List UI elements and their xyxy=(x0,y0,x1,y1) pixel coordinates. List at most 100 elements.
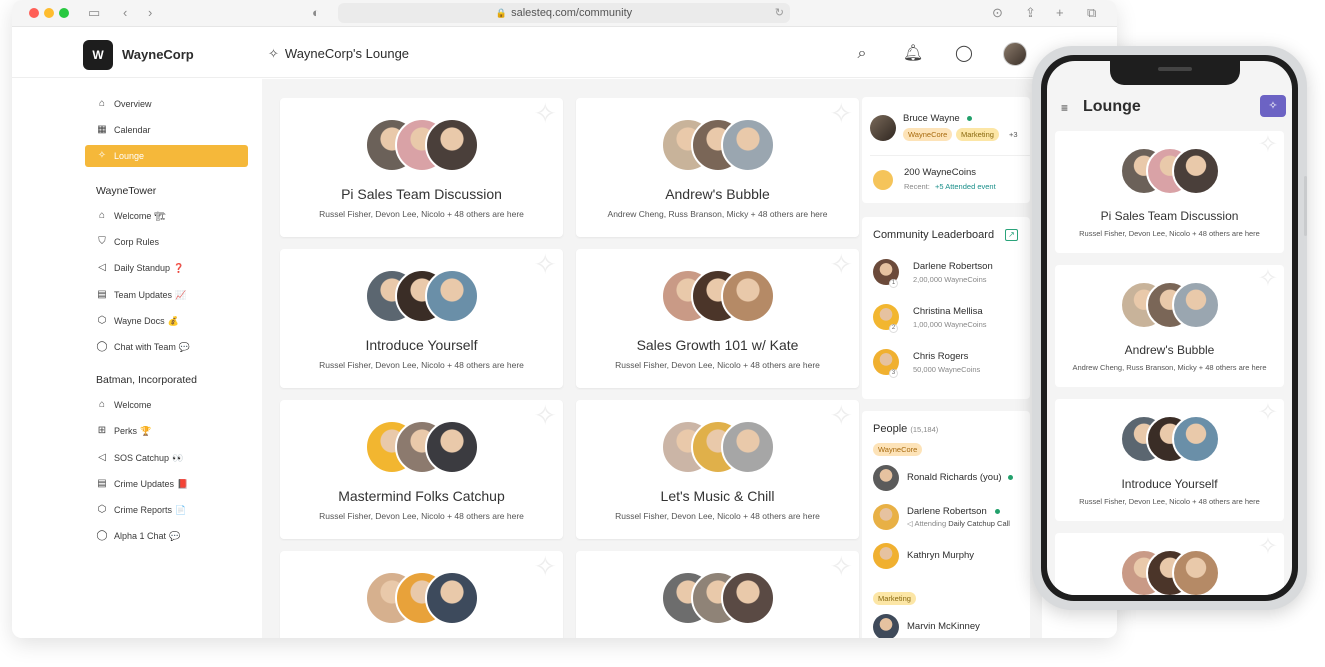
hamburger-menu-icon[interactable]: ≡ xyxy=(1061,101,1068,115)
more-tags-count[interactable]: +3 xyxy=(1009,130,1018,139)
sparkle-icon: ✧ xyxy=(533,249,557,280)
bell-icon[interactable]: 🔔︎ xyxy=(902,43,924,65)
sidebar-item-alpha-1-chat[interactable]: ◯ Alpha 1 Chat 💬 xyxy=(85,525,248,547)
leader-name[interactable]: Darlene Robertson xyxy=(913,261,993,272)
sidebar-item-calendar[interactable]: ▦ Calendar xyxy=(85,119,248,141)
avatar xyxy=(1171,147,1220,195)
close-window-button[interactable] xyxy=(29,8,39,18)
sidebar-item-corp-rules[interactable]: ⛉ Corp Rules xyxy=(85,231,248,253)
chat-icon[interactable]: ◯ xyxy=(953,43,975,65)
status-event[interactable]: Daily Catchup Call xyxy=(948,519,1010,528)
avatar xyxy=(424,420,479,474)
sidebar-item-sos-catchup[interactable]: ◁ SOS Catchup 👀 xyxy=(85,447,248,469)
room-card[interactable]: ✧ Pi Sales Team Discussion Russel Fisher, … xyxy=(1055,131,1284,253)
person-avatar[interactable] xyxy=(873,465,899,491)
document-icon: ▤ xyxy=(97,477,107,489)
minimize-window-button[interactable] xyxy=(44,8,54,18)
room-title: Let's Music & Chill xyxy=(660,488,775,504)
address-bar[interactable]: 🔒 salesteq.com/community ↻ xyxy=(338,3,790,23)
room-card[interactable]: ✧ xyxy=(280,551,563,638)
user-avatar[interactable] xyxy=(1003,42,1027,66)
room-card[interactable]: ✧ Sales Growth 101 w/ Kate Russel Fisher, … xyxy=(576,249,859,388)
person-avatar[interactable] xyxy=(873,614,899,638)
sidebar-item-label: Lounge xyxy=(114,151,145,161)
sidebar-item-perks[interactable]: ⊞ Perks 🏆 xyxy=(85,420,248,442)
room-members: Andrew Cheng, Russ Branson, Micky + 48 o… xyxy=(1072,363,1267,372)
sidebar-item-label: Perks xyxy=(114,426,138,437)
back-icon[interactable]: ‹ xyxy=(123,4,127,22)
profile-tag[interactable]: Marketing xyxy=(956,128,999,141)
sidebar-item-lounge[interactable]: ✧ Lounge xyxy=(85,145,248,167)
avatar-group xyxy=(1119,415,1220,463)
sidebar-item-welcome[interactable]: ⌂ Welcome 🏗 xyxy=(85,205,248,227)
sidebar-toggle-icon[interactable]: ▭ xyxy=(88,4,100,22)
person-avatar[interactable] xyxy=(873,543,899,569)
sidebar-item-wayne-docs[interactable]: ⬡ Wayne Docs 💰 xyxy=(85,310,248,332)
profile-tag[interactable]: WayneCore xyxy=(903,128,953,141)
brand-name[interactable]: WayneCorp xyxy=(122,47,194,62)
sidebar-item-label: Calendar xyxy=(114,125,151,135)
sparkle-button[interactable]: ✧ xyxy=(1260,95,1286,117)
search-icon[interactable]: ⌕ xyxy=(851,43,873,65)
avatar-group xyxy=(364,571,479,625)
room-card[interactable]: ✧ Introduce Yourself Russel Fisher, Devon … xyxy=(280,249,563,388)
sidebar-item-overview[interactable]: ⌂ Overview xyxy=(85,93,248,115)
person-name[interactable]: Kathryn Murphy xyxy=(907,550,974,561)
leader-coins: 50,000 WayneCoins xyxy=(913,365,981,374)
sidebar-item-welcome[interactable]: ⌂ Welcome xyxy=(85,394,248,416)
room-card[interactable]: ✧ Andrew's Bubble Andrew Cheng, Russ Brans… xyxy=(1055,265,1284,387)
room-card[interactable]: ✧ Pi Sales Team Discussion Russel Fisher, … xyxy=(280,98,563,237)
reload-icon[interactable]: ↻ xyxy=(775,3,784,23)
sidebar-item-crime-updates[interactable]: ▤ Crime Updates 📕 xyxy=(85,473,248,495)
avatar-group xyxy=(660,269,775,323)
profile-name[interactable]: Bruce Wayne xyxy=(903,113,960,124)
room-card[interactable]: ✧ Let's Music & Chill Russel Fisher, Devon… xyxy=(576,400,859,539)
recent-activity[interactable]: +5 Attended event xyxy=(935,182,996,191)
sidebar-item-crime-reports[interactable]: ⬡ Crime Reports 📄 xyxy=(85,499,248,521)
avatar xyxy=(1171,415,1220,463)
download-icon[interactable]: ⊙ xyxy=(992,4,1003,22)
maximize-window-button[interactable] xyxy=(59,8,69,18)
profile-avatar[interactable] xyxy=(870,115,896,141)
room-card[interactable]: ✧ Andrew's Bubble Andrew Cheng, Russ Brans… xyxy=(576,98,859,237)
room-card[interactable]: ✧ xyxy=(1055,533,1284,595)
room-members: Russel Fisher, Devon Lee, Nicolo + 48 ot… xyxy=(319,511,524,521)
sidebar-item-daily-standup[interactable]: ◁ Daily Standup ❓ xyxy=(85,257,248,279)
avatar-group xyxy=(364,118,479,172)
avatar xyxy=(1171,281,1220,329)
forward-icon[interactable]: › xyxy=(148,4,152,22)
room-title: Pi Sales Team Discussion xyxy=(341,186,502,202)
home-icon: ⌂ xyxy=(98,210,106,221)
avatar-group xyxy=(364,269,479,323)
people-card: People (15,184) WayneCore Ronald Richards… xyxy=(862,411,1030,638)
phone-bezel: ≡ Lounge ✧ ✧ Pi Sales Team Discussion Russ… xyxy=(1041,55,1298,601)
person-name[interactable]: Marvin McKinney xyxy=(907,621,980,632)
room-title: Sales Growth 101 w/ Kate xyxy=(636,337,799,353)
person-name[interactable]: Darlene Robertson xyxy=(907,506,987,517)
leader-name[interactable]: Chris Rogers xyxy=(913,351,968,362)
avatar xyxy=(424,118,479,172)
group-tag[interactable]: WayneCore xyxy=(873,443,923,456)
group-tag[interactable]: Marketing xyxy=(873,592,916,605)
person-name[interactable]: Ronald Richards (you) xyxy=(907,472,1002,483)
person-avatar[interactable] xyxy=(873,504,899,530)
sidebar-item-team-updates[interactable]: ▤ Team Updates 📈 xyxy=(85,284,248,306)
brand-logo[interactable]: W xyxy=(83,40,113,70)
leader-name[interactable]: Christina Mellisa xyxy=(913,306,983,317)
room-title: Pi Sales Team Discussion xyxy=(1100,209,1239,223)
shield-icon[interactable]: ◐ xyxy=(312,4,320,22)
room-card[interactable]: ✧ xyxy=(576,551,859,638)
room-card[interactable]: ✧ Introduce Yourself Russel Fisher, Devon … xyxy=(1055,399,1284,521)
sidebar-item-label: Overview xyxy=(114,99,152,109)
share-icon[interactable]: ⇪ xyxy=(1025,4,1036,22)
sidebar-item-label: Team Updates xyxy=(114,289,173,300)
sidebar-item-label: Wayne Docs xyxy=(114,315,165,326)
tabs-overview-icon[interactable]: ⧉ xyxy=(1087,4,1096,22)
avatar xyxy=(424,269,479,323)
room-members: Russel Fisher, Devon Lee, Nicolo + 48 ot… xyxy=(319,209,524,219)
room-card[interactable]: ✧ Mastermind Folks Catchup Russel Fisher, … xyxy=(280,400,563,539)
avatar-group xyxy=(1119,281,1220,329)
sidebar-item-chat-with-team[interactable]: ◯ Chat with Team 💬 xyxy=(85,336,248,358)
new-tab-icon[interactable]: + xyxy=(1056,4,1064,22)
profile-card: Bruce Wayne WayneCore Marketing +3 200 W… xyxy=(862,97,1030,203)
